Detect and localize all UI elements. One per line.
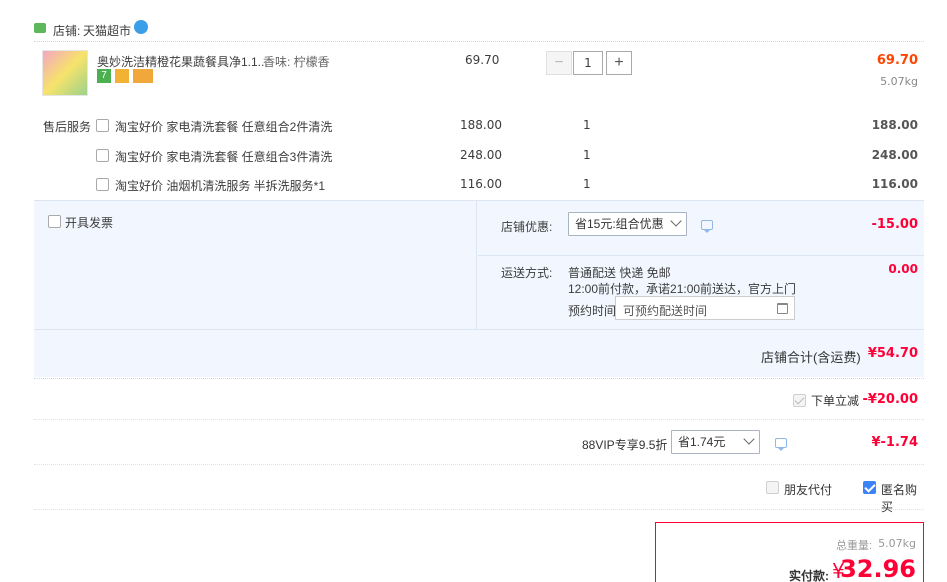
total-weight-label: 总重量: (836, 540, 876, 552)
service-name: 淘宝好价 家电清洗套餐 任意组合3件清洗 (115, 150, 333, 164)
service-total: 188.00 (871, 118, 918, 132)
total-weight-value: 5.07kg (878, 537, 916, 550)
chevron-down-icon (743, 433, 755, 445)
instant-discount-label: 下单立减 (811, 394, 860, 408)
schedule-placeholder: 可预约配送时间 (623, 304, 708, 318)
product-sku: 香味: 柠檬香 (263, 55, 330, 69)
service-qty: 1 (583, 177, 591, 191)
quantity-plus-button[interactable]: + (606, 51, 632, 75)
instant-discount-checkbox[interactable] (793, 394, 806, 407)
delivery-promise: 12:00前付款，承诺21:00前送达，官方上门 (568, 282, 797, 296)
service-total: 248.00 (871, 148, 918, 162)
product-subtotal: 69.70 (876, 53, 918, 68)
message-icon[interactable] (775, 438, 787, 451)
shop-total-amount: ¥54.70 (867, 346, 918, 361)
calendar-icon (777, 303, 788, 314)
vip-discount-amount: ¥-1.74 (871, 435, 918, 450)
card-icon (133, 69, 153, 83)
guarantee-icon (115, 69, 129, 83)
chevron-down-icon (670, 215, 682, 227)
quantity-stepper: − 1 + (546, 51, 632, 75)
anonymous-label[interactable]: 匿名购买 (881, 481, 924, 515)
service-badges: 7 (97, 69, 157, 83)
invoice-label[interactable]: 开具发票 (65, 214, 113, 231)
quantity-input[interactable]: 1 (573, 51, 603, 75)
schedule-input[interactable]: 可预约配送时间 (615, 296, 795, 320)
service-name: 淘宝好价 油烟机清洗服务 半拆洗服务*1 (115, 179, 326, 193)
pay-amount-value: 32.96 (840, 555, 916, 582)
service-row: 淘宝好价 油烟机清洗服务 半拆洗服务*1 116.00 1 116.00 (34, 171, 924, 197)
product-unit-price: 69.70 (465, 53, 500, 67)
service-name: 淘宝好价 家电清洗套餐 任意组合2件清洗 (115, 120, 333, 134)
message-icon[interactable] (701, 220, 713, 233)
vip-discount-value: 省1.74元 (678, 435, 726, 449)
shop-discount-amount: -15.00 (871, 217, 918, 232)
service-qty: 1 (583, 118, 591, 132)
friend-pay-checkbox[interactable] (766, 481, 779, 494)
product-row: 奥妙洗洁精橙花果蔬餐具净1.1... 香味: 柠檬香 7 69.70 − 1 +… (34, 42, 924, 102)
quantity-minus-button[interactable]: − (546, 51, 572, 75)
vip-discount-select[interactable]: 省1.74元 (671, 430, 760, 454)
order-options-panel: 开具发票 店铺优惠: 省15元:组合优惠 -15.00 运送方式: 普通配送 快… (34, 200, 924, 377)
shop-discount-value: 省15元:组合优惠 (575, 217, 664, 231)
service-price: 248.00 (460, 148, 502, 162)
service-total: 116.00 (871, 177, 918, 191)
service-price: 116.00 (460, 177, 502, 191)
product-weight: 5.07kg (880, 75, 918, 88)
shop-discount-label: 店铺优惠: (501, 220, 553, 234)
shop-total-label: 店铺合计(含运费) (761, 350, 861, 365)
instant-discount-row: 下单立减 -¥20.00 (34, 378, 924, 420)
shop-header: 店铺: 天猫超市 (34, 20, 234, 38)
schedule-label: 预约时间 (568, 304, 617, 318)
panel-row-divider (478, 255, 924, 256)
delivery-label: 运送方式: (501, 266, 553, 280)
vip-discount-row: 88VIP专享9.5折 省1.74元 ¥-1.74 (34, 421, 924, 465)
anonymous-checkbox[interactable] (863, 481, 876, 494)
service-price: 188.00 (460, 118, 502, 132)
chat-bubble-icon[interactable] (134, 20, 148, 34)
panel-bottom-divider (34, 329, 924, 330)
product-thumbnail[interactable] (42, 50, 88, 96)
seven-day-return-icon: 7 (97, 69, 111, 83)
service-qty: 1 (583, 148, 591, 162)
invoice-checkbox[interactable] (48, 215, 61, 228)
shop-discount-select[interactable]: 省15元:组合优惠 (568, 212, 687, 236)
product-title[interactable]: 奥妙洗洁精橙花果蔬餐具净1.1... (97, 53, 268, 70)
order-summary-box: 总重量: 5.07kg 实付款: ¥ 32.96 (655, 522, 924, 582)
service-checkbox[interactable] (96, 119, 109, 132)
instant-discount-amount: -¥20.00 (862, 392, 918, 407)
invoice-section: 开具发票 (34, 201, 477, 329)
service-checkbox[interactable] (96, 178, 109, 191)
vip-discount-label: 88VIP专享9.5折 (582, 438, 668, 452)
service-row: 淘宝好价 家电清洗套餐 任意组合2件清洗 188.00 1 188.00 (34, 112, 924, 138)
pay-amount-label: 实付款: (789, 569, 833, 582)
friend-pay-label[interactable]: 朋友代付 (784, 481, 832, 498)
pay-options-row: 朋友代付 匿名购买 (34, 466, 924, 514)
delivery-fee: 0.00 (888, 262, 918, 276)
delivery-method: 普通配送 快递 免邮 (568, 266, 671, 280)
shop-name[interactable]: 天猫超市 (83, 22, 131, 39)
tmall-shop-icon (34, 23, 46, 33)
service-checkbox[interactable] (96, 149, 109, 162)
service-row: 淘宝好价 家电清洗套餐 任意组合3件清洗 248.00 1 248.00 (34, 142, 924, 168)
shop-label: 店铺: (53, 24, 84, 38)
